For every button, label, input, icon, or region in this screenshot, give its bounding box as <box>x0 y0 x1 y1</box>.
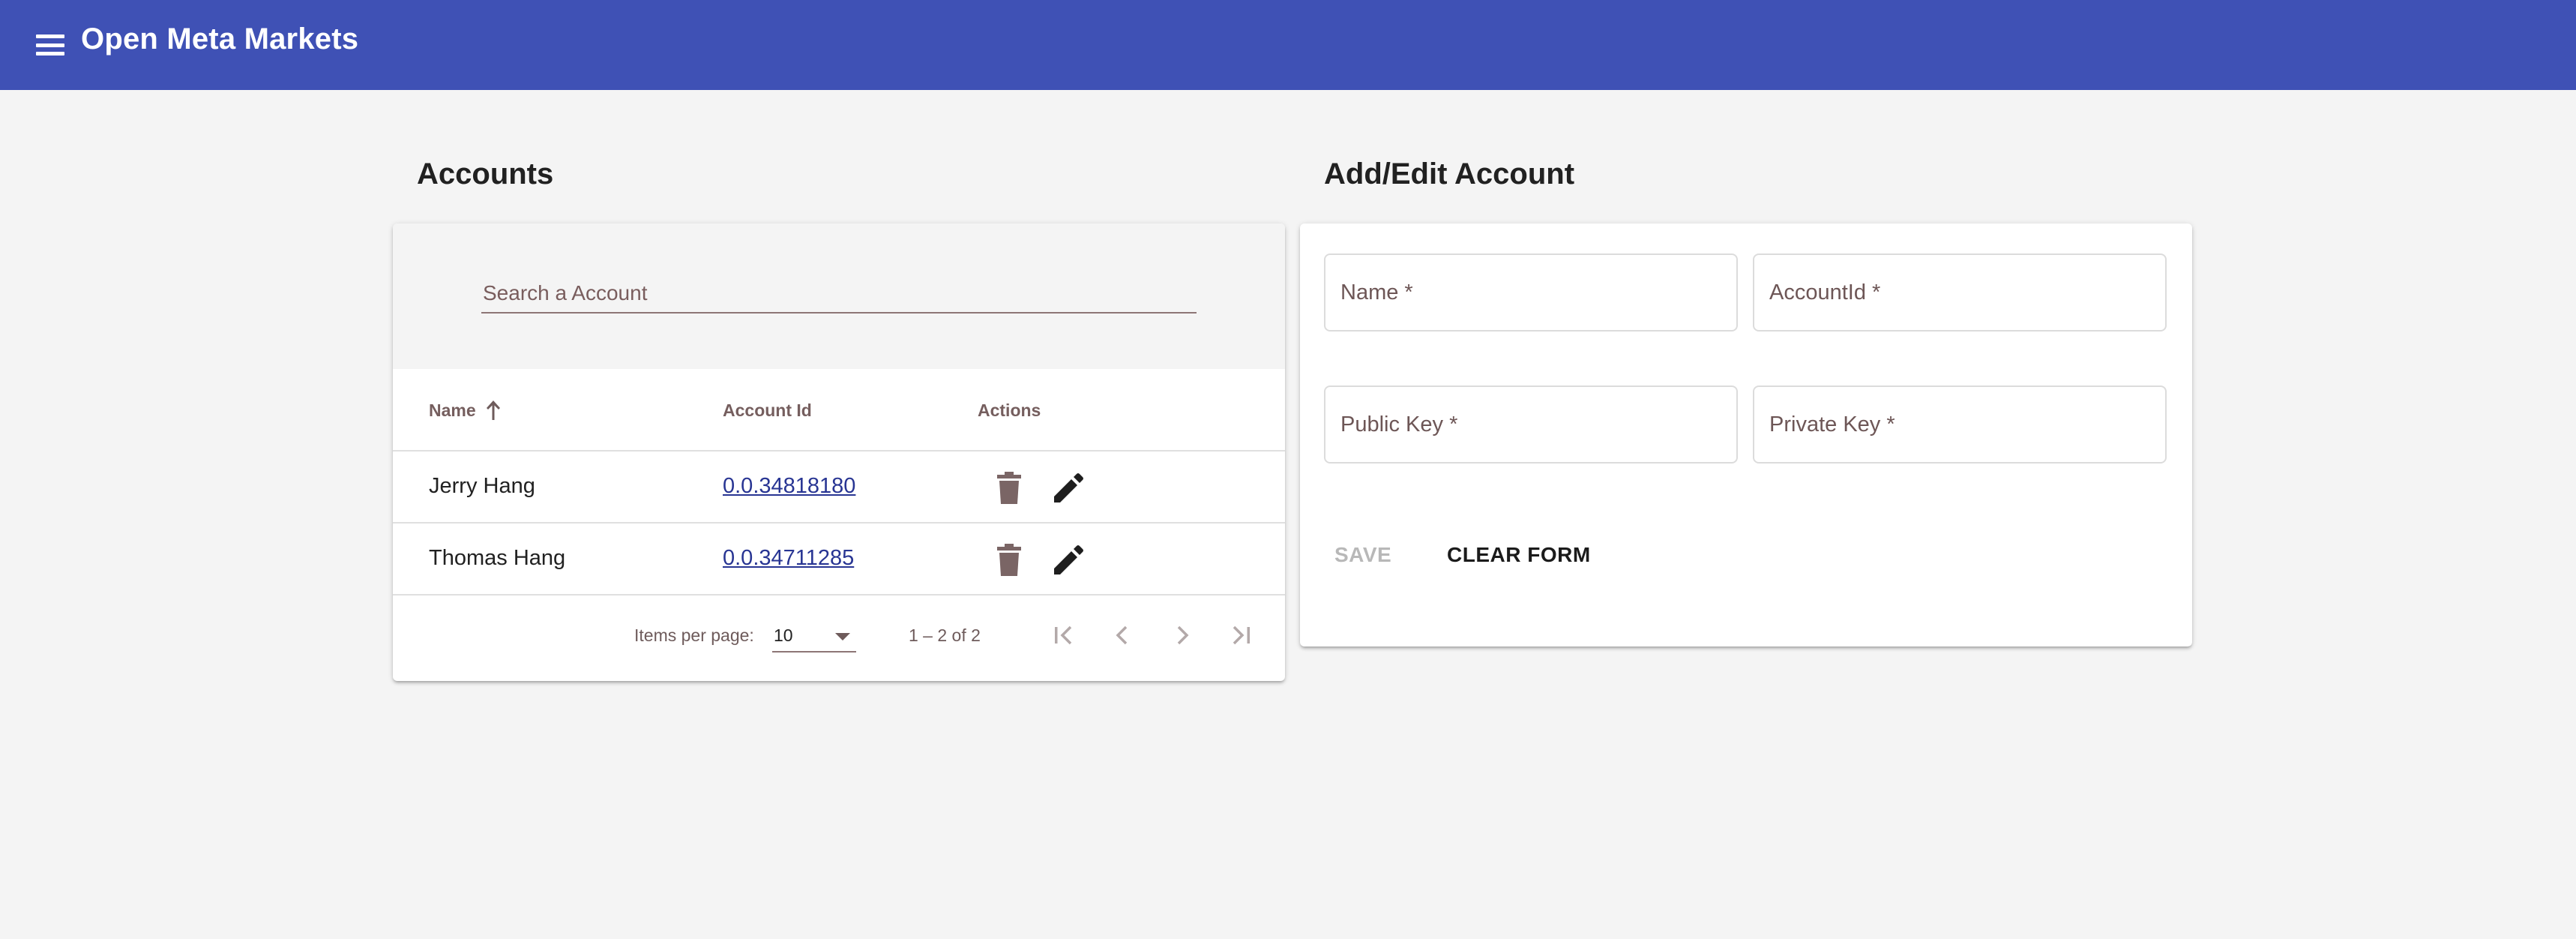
page-range-label: 1 – 2 of 2 <box>909 626 981 645</box>
app-toolbar: Open Meta Markets <box>0 0 2576 90</box>
search-area <box>393 224 1285 369</box>
name-field-label: Name * <box>1340 280 1413 304</box>
account-id-field-label: AccountId * <box>1769 280 1881 304</box>
private-key-field[interactable]: Private Key * <box>1753 386 2167 464</box>
first-page-icon[interactable] <box>1045 616 1083 654</box>
next-page-icon[interactable] <box>1164 616 1201 654</box>
public-key-field[interactable]: Public Key * <box>1324 386 1738 464</box>
app-title: Open Meta Markets <box>81 22 359 56</box>
table-header: Name Account Id Actions <box>393 369 1285 452</box>
account-id-field[interactable]: AccountId * <box>1753 254 2167 332</box>
edit-icon[interactable] <box>1051 543 1086 578</box>
account-form-card: Name * AccountId * Public Key * Private … <box>1300 224 2192 646</box>
column-header-name[interactable]: Name <box>429 400 476 421</box>
accounts-heading: Accounts <box>417 158 554 190</box>
column-header-actions: Actions <box>978 400 1041 420</box>
table-row: Jerry Hang 0.0.34818180 <box>393 452 1285 524</box>
last-page-icon[interactable] <box>1222 616 1260 654</box>
account-name: Jerry Hang <box>429 474 535 498</box>
form-heading: Add/Edit Account <box>1324 158 1575 190</box>
items-per-page-label: Items per page: <box>634 626 754 645</box>
name-field[interactable]: Name * <box>1324 254 1738 332</box>
sort-ascending-icon[interactable] <box>484 399 502 422</box>
delete-icon[interactable] <box>994 471 1024 506</box>
edit-icon[interactable] <box>1051 471 1086 506</box>
clear-form-button[interactable]: CLEAR FORM <box>1447 543 1591 567</box>
public-key-field-label: Public Key * <box>1340 412 1458 436</box>
column-header-account-id: Account Id <box>723 400 812 420</box>
account-id-link[interactable]: 0.0.34818180 <box>723 474 855 499</box>
menu-icon[interactable] <box>34 32 66 58</box>
private-key-field-label: Private Key * <box>1769 412 1895 436</box>
delete-icon[interactable] <box>994 543 1024 578</box>
account-name: Thomas Hang <box>429 546 566 570</box>
paginator: Items per page: 10 1 – 2 of 2 <box>393 596 1285 681</box>
items-per-page-value: 10 <box>774 626 793 645</box>
previous-page-icon[interactable] <box>1104 616 1141 654</box>
account-id-link[interactable]: 0.0.34711285 <box>723 546 854 571</box>
save-button[interactable]: SAVE <box>1334 543 1391 567</box>
dropdown-arrow-icon <box>835 633 850 640</box>
table-row: Thomas Hang 0.0.34711285 <box>393 524 1285 596</box>
items-per-page-select[interactable]: 10 <box>772 620 856 652</box>
search-input[interactable] <box>481 272 1197 314</box>
accounts-card: Name Account Id Actions Jerry Hang 0.0.3… <box>393 224 1285 681</box>
